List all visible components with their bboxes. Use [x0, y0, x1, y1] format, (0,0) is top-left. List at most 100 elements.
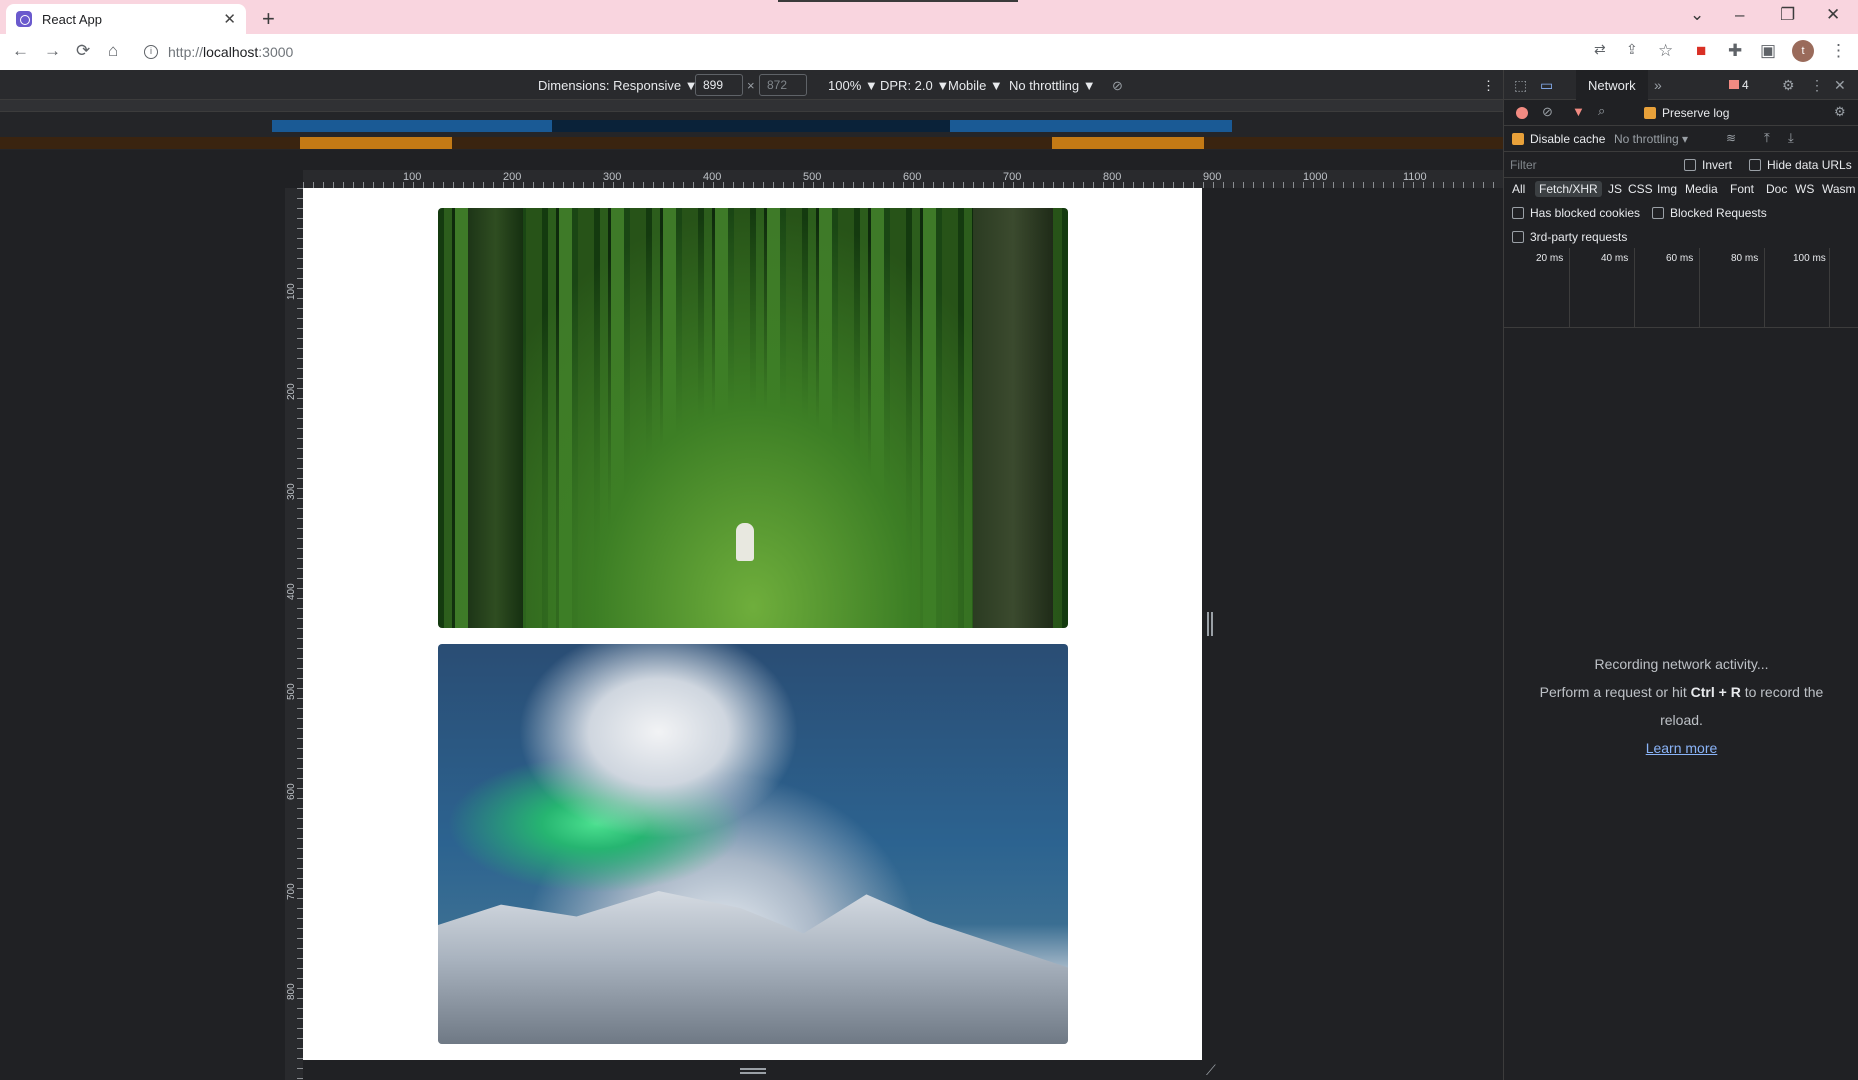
export-har-icon[interactable]: ⤓	[1788, 130, 1794, 146]
has-blocked-cookies-checkbox[interactable]: Has blocked cookies	[1512, 206, 1640, 220]
device-toolbar-more-icon[interactable]: ⋮	[1482, 78, 1495, 94]
extensions-puzzle-icon[interactable]: ✚	[1728, 41, 1742, 61]
search-icon[interactable]: ⌕	[1598, 103, 1605, 119]
preserve-log-checkbox[interactable]: Preserve log	[1644, 106, 1729, 120]
chrome-menu-icon[interactable]: ⋮	[1830, 41, 1847, 61]
devtools-menu-icon[interactable]: ⋮	[1810, 77, 1824, 94]
media-query-max-width-left[interactable]	[272, 120, 552, 132]
filter-type-js[interactable]: JS	[1608, 182, 1622, 196]
ruler-label: 400	[703, 171, 722, 183]
close-devtools-icon[interactable]: ✕	[1834, 77, 1846, 94]
devtools-tab-bar: ⬚ ▭ Network » 4 ⚙ ⋮ ✕	[1504, 70, 1858, 100]
filter-type-css[interactable]: CSS	[1628, 182, 1653, 196]
hint-text: reload.	[1660, 712, 1703, 728]
hiker-figure	[736, 523, 754, 561]
network-throttling-dropdown[interactable]: No throttling ▾	[1614, 132, 1688, 146]
ruler-label: 600	[286, 783, 297, 800]
network-overview-timeline[interactable]: 20 ms 40 ms 60 ms 80 ms 100 ms	[1504, 248, 1858, 328]
filter-icon[interactable]: ▼	[1572, 104, 1585, 119]
share-icon[interactable]: ⇪	[1626, 41, 1638, 58]
corner-resize-icon[interactable]: ⟋	[1206, 1062, 1216, 1079]
hide-data-urls-label: Hide data URLs	[1767, 158, 1852, 172]
resource-type-filters: All Fetch/XHR JS CSS Img Media Font Doc …	[1504, 176, 1858, 202]
devtools-panel: ⬚ ▭ Network » 4 ⚙ ⋮ ✕ ⊘ ▼ ⌕ Preserve log…	[1503, 70, 1858, 1080]
browser-toolbar: ← → ⟳ ⌂ i http://localhost:3000 ⇄ ⇪ ☆ ■ …	[0, 34, 1858, 70]
extension-red-icon[interactable]: ■	[1696, 41, 1706, 61]
translate-icon[interactable]: ⇄	[1594, 41, 1606, 58]
import-har-icon[interactable]: ⤒	[1764, 130, 1770, 146]
ruler-left: 100 200 300 400 500 600 700 800	[285, 188, 303, 1080]
profile-avatar[interactable]: t	[1792, 40, 1814, 62]
filter-type-font[interactable]: Font	[1730, 182, 1754, 196]
disable-cache-checkbox[interactable]: Disable cache	[1512, 132, 1605, 146]
error-count: 4	[1742, 78, 1749, 92]
url-scheme: http://	[168, 44, 204, 60]
dpr-dropdown[interactable]: DPR: 2.0 ▼	[880, 78, 949, 93]
network-empty-state: Recording network activity... Perform a …	[1504, 650, 1858, 762]
height-input[interactable]: 872	[759, 74, 807, 96]
tab-close-icon[interactable]: ✕	[223, 10, 236, 28]
inspect-element-icon[interactable]: ⬚	[1514, 77, 1527, 94]
rotate-icon[interactable]: ⊘	[1112, 78, 1123, 94]
width-input[interactable]: 899	[695, 74, 743, 96]
ruler-label: 1100	[1403, 171, 1427, 183]
restore-button[interactable]: ❐	[1780, 5, 1795, 25]
tab-search-icon[interactable]: ⌄	[1690, 5, 1704, 25]
more-tabs-icon[interactable]: »	[1654, 77, 1662, 93]
filter-input[interactable]: Filter	[1510, 158, 1537, 172]
record-icon[interactable]	[1516, 107, 1528, 119]
ruler-label: 700	[1003, 171, 1022, 183]
bookmark-star-icon[interactable]: ☆	[1658, 41, 1673, 61]
filter-type-fetch-xhr[interactable]: Fetch/XHR	[1535, 181, 1602, 197]
home-icon[interactable]: ⌂	[108, 41, 118, 61]
filter-type-all[interactable]: All	[1512, 182, 1525, 196]
side-panel-icon[interactable]: ▣	[1760, 41, 1776, 61]
forward-icon[interactable]: →	[44, 41, 61, 61]
filter-type-img[interactable]: Img	[1657, 182, 1677, 196]
clear-icon[interactable]: ⊘	[1542, 104, 1553, 120]
back-icon[interactable]: ←	[12, 41, 29, 61]
network-settings-icon[interactable]: ⚙	[1834, 104, 1846, 120]
viewport-resize-handle-right[interactable]	[1207, 612, 1213, 636]
settings-icon[interactable]: ⚙	[1782, 77, 1795, 94]
hint-text: Perform a request or hit	[1539, 684, 1691, 700]
media-query-row-min[interactable]	[0, 137, 1503, 149]
filter-type-media[interactable]: Media	[1685, 182, 1718, 196]
tab-strip-accent	[778, 0, 1018, 2]
learn-more-link[interactable]: Learn more	[1646, 740, 1718, 756]
hint-text: to record the	[1740, 684, 1824, 700]
address-bar[interactable]: i http://localhost:3000	[144, 38, 1594, 66]
ruler-label: 700	[286, 883, 297, 900]
blocked-requests-checkbox[interactable]: Blocked Requests	[1652, 206, 1767, 220]
tab-network[interactable]: Network	[1576, 70, 1648, 100]
reload-icon[interactable]: ⟳	[76, 41, 90, 61]
dimensions-dropdown[interactable]: Dimensions: Responsive ▼	[538, 78, 698, 93]
hide-data-urls-checkbox[interactable]: Hide data URLs	[1749, 158, 1852, 172]
media-query-max-width-right[interactable]	[950, 120, 1232, 132]
third-party-checkbox[interactable]: 3rd-party requests	[1512, 230, 1627, 244]
device-type-dropdown[interactable]: Mobile ▼	[948, 78, 1003, 93]
media-query-min-width-left[interactable]	[300, 137, 452, 149]
media-query-min-width-right[interactable]	[1052, 137, 1204, 149]
invert-checkbox[interactable]: Invert	[1684, 158, 1732, 172]
network-toolbar-row1: ⊘ ▼ ⌕ Preserve log ⚙	[1504, 100, 1858, 126]
checkbox-icon	[1684, 159, 1696, 171]
zoom-dropdown[interactable]: 100% ▼	[828, 78, 878, 93]
error-count-badge[interactable]: 4	[1729, 78, 1749, 92]
has-blocked-cookies-label: Has blocked cookies	[1530, 206, 1641, 220]
tab-title: React App	[42, 11, 102, 27]
minimize-button[interactable]: –	[1735, 5, 1744, 25]
filter-type-wasm[interactable]: Wasm	[1822, 182, 1856, 196]
empty-state-title: Recording network activity...	[1594, 656, 1769, 672]
device-toggle-icon[interactable]: ▭	[1540, 77, 1553, 94]
viewport-resize-handle-bottom[interactable]	[740, 1068, 766, 1074]
throttle-dropdown[interactable]: No throttling ▼	[1009, 78, 1096, 93]
filter-type-doc[interactable]: Doc	[1766, 182, 1787, 196]
site-info-icon[interactable]: i	[144, 45, 158, 59]
network-conditions-icon[interactable]: ≋	[1726, 131, 1736, 145]
browser-tab[interactable]: React App ✕	[6, 4, 246, 34]
new-tab-button[interactable]: +	[262, 6, 275, 32]
close-window-button[interactable]: ✕	[1826, 5, 1840, 25]
media-query-row-gray[interactable]	[0, 100, 1503, 112]
filter-type-ws[interactable]: WS	[1795, 182, 1814, 196]
